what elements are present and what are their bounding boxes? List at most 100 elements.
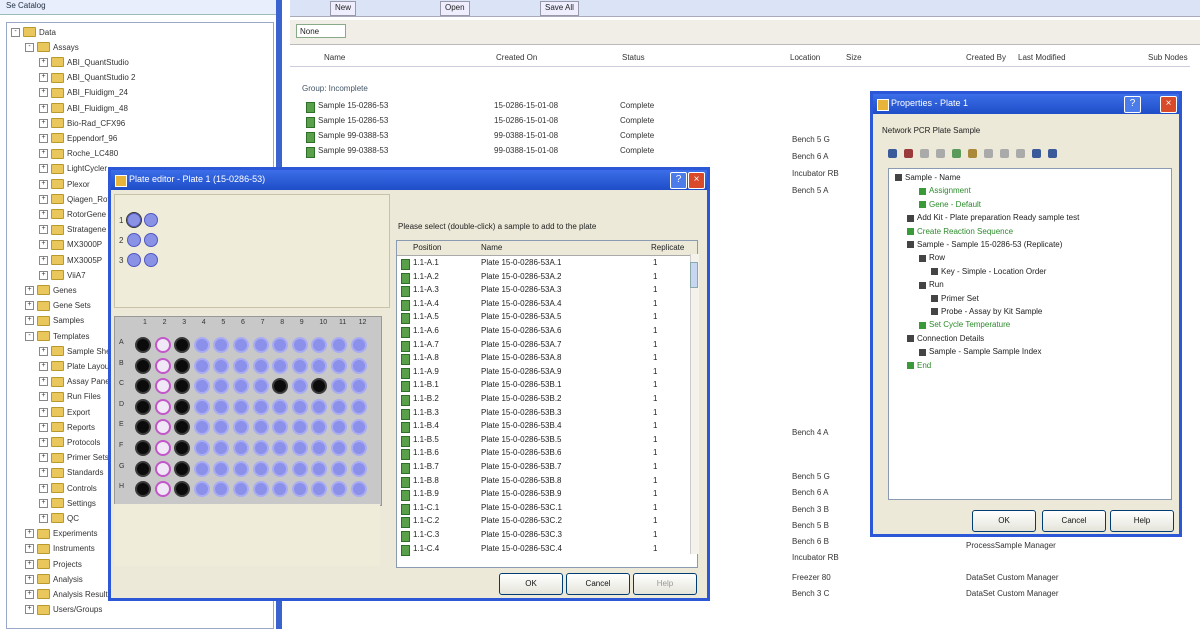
- list-scrollbar-thumb[interactable]: [690, 262, 698, 288]
- tree-item[interactable]: + Analysis Results: [25, 587, 112, 601]
- prop-tree-item[interactable]: End: [907, 361, 931, 370]
- prop-tree-item[interactable]: Probe - Assay by Kit Sample: [931, 307, 1042, 316]
- plate-well[interactable]: [233, 419, 249, 436]
- plate-well[interactable]: [272, 378, 289, 395]
- expand-icon[interactable]: +: [25, 559, 34, 569]
- plate-well[interactable]: [331, 460, 347, 477]
- tree-item[interactable]: + Genes: [25, 283, 77, 297]
- legend-well-icon[interactable]: [127, 253, 141, 267]
- list-scrollbar[interactable]: [690, 254, 699, 554]
- expand-icon[interactable]: +: [39, 255, 48, 265]
- plate-well[interactable]: [350, 398, 367, 415]
- toolbar-icon[interactable]: [904, 149, 913, 158]
- tree-item[interactable]: + Users/Groups: [25, 603, 102, 617]
- expand-icon[interactable]: +: [39, 240, 48, 250]
- plate-well[interactable]: [154, 398, 171, 415]
- plate-well[interactable]: [154, 440, 171, 456]
- plate-well[interactable]: [154, 460, 171, 477]
- tree-item[interactable]: + Protocols: [39, 435, 100, 449]
- plate-well[interactable]: [291, 481, 308, 498]
- tree-item[interactable]: + QC: [39, 511, 79, 525]
- tree-item[interactable]: + Stratagene: [39, 223, 106, 237]
- plate-well[interactable]: [291, 460, 308, 477]
- expand-icon[interactable]: +: [25, 605, 34, 615]
- expand-icon[interactable]: +: [39, 133, 48, 143]
- plate-well[interactable]: [291, 440, 308, 456]
- plate-well[interactable]: [135, 337, 151, 353]
- plate-well[interactable]: [311, 378, 328, 395]
- plate-well[interactable]: [331, 440, 347, 456]
- list-item[interactable]: 1.1-A.2 Plate 15-0-0286-53A.2 1: [397, 271, 687, 285]
- tree-item[interactable]: + Eppendorf_96: [39, 131, 117, 145]
- plate-well[interactable]: [174, 440, 191, 456]
- plate-well[interactable]: [311, 337, 328, 353]
- expand-icon[interactable]: +: [39, 57, 48, 67]
- list-item[interactable]: 1.1-A.4 Plate 15-0-0286-53A.4 1: [397, 298, 687, 312]
- plate-well[interactable]: [311, 460, 328, 477]
- expand-icon[interactable]: +: [39, 346, 48, 356]
- plate-well[interactable]: [174, 398, 191, 415]
- prop-tree-item[interactable]: Connection Details: [907, 334, 984, 343]
- plate-well[interactable]: [233, 378, 249, 395]
- expand-icon[interactable]: -: [25, 331, 34, 341]
- table-row[interactable]: Sample 15-0286-53 15-0286-15-01-08 Complet…: [300, 100, 860, 113]
- toolbar-icon[interactable]: [984, 149, 993, 158]
- tree-item[interactable]: + Experiments: [25, 527, 97, 541]
- col-location[interactable]: Location: [790, 53, 820, 62]
- list-item[interactable]: 1.1-B.9 Plate 15-0-0286-53B.9 1: [397, 488, 687, 502]
- plate-well[interactable]: [174, 481, 191, 498]
- expand-icon[interactable]: +: [39, 437, 48, 447]
- save-all-button[interactable]: Save All: [540, 1, 579, 16]
- prop-tree-item[interactable]: Create Reaction Sequence: [907, 227, 1013, 236]
- list-item[interactable]: 1.1-A.3 Plate 15-0-0286-53A.3 1: [397, 284, 687, 298]
- col-status[interactable]: Status: [622, 53, 645, 62]
- plate-well[interactable]: [213, 419, 230, 436]
- tree-item[interactable]: + Run Files: [39, 390, 101, 404]
- expand-icon[interactable]: +: [25, 589, 34, 599]
- tree-item[interactable]: + LightCycler: [39, 162, 107, 176]
- toolbar-icon[interactable]: [968, 149, 977, 158]
- expand-icon[interactable]: +: [39, 468, 48, 478]
- plate-well[interactable]: [350, 440, 367, 456]
- plate-well[interactable]: [331, 337, 347, 353]
- plate-help-button[interactable]: Help: [633, 573, 697, 595]
- new-button[interactable]: New: [330, 1, 357, 16]
- expand-icon[interactable]: +: [39, 407, 48, 417]
- expand-icon[interactable]: +: [39, 513, 48, 523]
- plate-well[interactable]: [213, 440, 230, 456]
- plate-well[interactable]: [135, 460, 151, 477]
- table-row[interactable]: Sample 99-0388-53 99-0388-15-01-08 Complet…: [300, 145, 860, 158]
- plate-well[interactable]: [331, 419, 347, 436]
- plate-well[interactable]: [213, 460, 230, 477]
- plate-well[interactable]: [311, 440, 328, 456]
- plate-well[interactable]: [174, 419, 191, 436]
- close-icon[interactable]: ×: [1160, 96, 1177, 113]
- prop-tree[interactable]: Sample - Name Assignment Gene - Default Add…: [888, 168, 1172, 500]
- list-item[interactable]: 1.1-C.4 Plate 15-0-0286-53C.4 1: [397, 543, 687, 557]
- toolbar-icon[interactable]: [936, 149, 945, 158]
- plate-well[interactable]: [193, 398, 210, 415]
- plate-well[interactable]: [154, 419, 171, 436]
- list-col-name[interactable]: Name: [481, 243, 502, 252]
- list-item[interactable]: 1.1-A.5 Plate 15-0-0286-53A.5 1: [397, 311, 687, 325]
- plate-well[interactable]: [154, 337, 171, 353]
- plate-grid[interactable]: 1 2 3 4 5 6 7 8 9 10 11 12 A B C D E F G H: [114, 316, 382, 506]
- close-icon[interactable]: ×: [688, 172, 705, 189]
- col-created-by[interactable]: Created By: [966, 53, 1006, 62]
- plate-well[interactable]: [272, 398, 289, 415]
- plate-well[interactable]: [193, 419, 210, 436]
- plate-well[interactable]: [291, 337, 308, 353]
- list-item[interactable]: 1.1-B.8 Plate 15-0-0286-53B.8 1: [397, 475, 687, 489]
- expand-icon[interactable]: +: [39, 392, 48, 402]
- plate-well[interactable]: [193, 440, 210, 456]
- prop-tree-item[interactable]: Add Kit - Plate preparation Ready sample…: [907, 213, 1079, 222]
- toolbar-icon[interactable]: [1016, 149, 1025, 158]
- tree-item[interactable]: + RotorGene: [39, 207, 106, 221]
- plate-well[interactable]: [233, 398, 249, 415]
- list-item[interactable]: 1.1-C.1 Plate 15-0-0286-53C.1 1: [397, 502, 687, 516]
- prop-tree-item[interactable]: Sample - Sample Sample Index: [919, 347, 1042, 356]
- plate-well[interactable]: [174, 378, 191, 395]
- plate-well[interactable]: [213, 337, 230, 353]
- expand-icon[interactable]: +: [39, 270, 48, 280]
- plate-well[interactable]: [174, 357, 191, 374]
